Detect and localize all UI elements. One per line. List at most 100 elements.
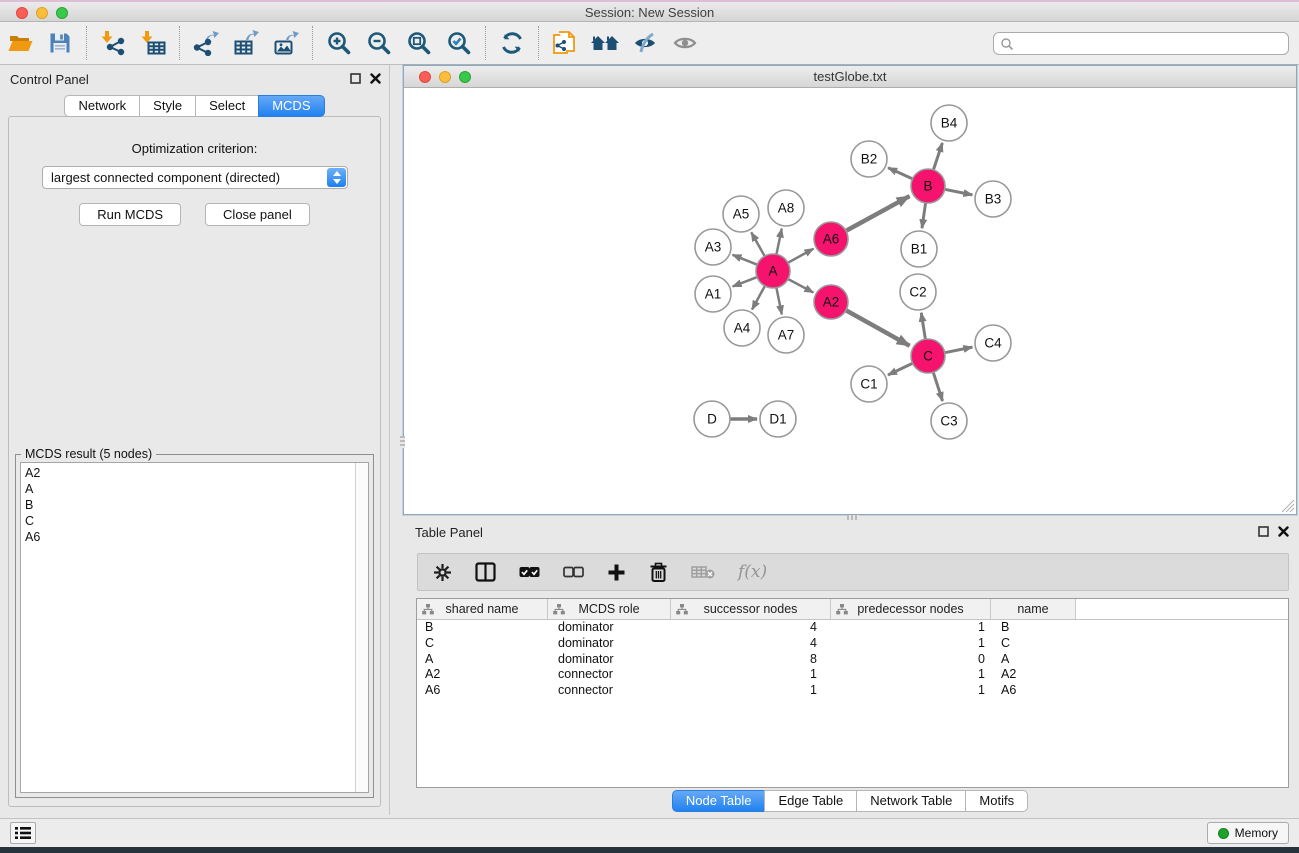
close-panel-icon[interactable] (1278, 526, 1289, 537)
graph-edge-A-A8[interactable] (776, 229, 781, 255)
table-cell[interactable]: A2 (417, 667, 548, 683)
tab-node-table[interactable]: Node Table (672, 790, 766, 812)
add-column-icon[interactable] (607, 563, 626, 582)
table-cell[interactable]: 1 (831, 636, 991, 652)
graph-node-A8[interactable]: A8 (768, 190, 804, 226)
save-session-button[interactable] (40, 25, 80, 61)
show-columns-icon[interactable] (475, 562, 496, 582)
network-window-titlebar[interactable]: testGlobe.txt (404, 66, 1296, 88)
graph-node-B2[interactable]: B2 (851, 141, 887, 177)
export-image-button[interactable] (266, 25, 306, 61)
hide-selected-button[interactable] (625, 25, 665, 61)
table-cell[interactable]: 1 (831, 620, 991, 636)
float-panel-icon[interactable] (1258, 526, 1269, 537)
search-input[interactable] (1014, 37, 1288, 51)
graph-edge-B-B2[interactable] (888, 168, 912, 179)
graph-node-A5[interactable]: A5 (723, 196, 759, 232)
node-table[interactable]: shared name MCDS role successor (416, 598, 1289, 788)
table-row[interactable]: Adominator80A (417, 652, 1288, 668)
graph-edge-C-C1[interactable] (888, 363, 913, 375)
mcds-result-item[interactable]: A2 (25, 465, 368, 481)
tab-edge-table[interactable]: Edge Table (764, 790, 857, 812)
import-network-button[interactable] (93, 25, 133, 61)
tab-network-table[interactable]: Network Table (856, 790, 966, 812)
mcds-result-list[interactable]: A2ABCA6 (20, 462, 369, 793)
network-canvas[interactable]: B4B2BB3A5A8A6B1A3AC2A1A2A4A7C4CC1DD1C3 (404, 88, 1296, 514)
graph-edge-B-B3[interactable] (945, 189, 973, 195)
graph-node-A2[interactable]: A2 (814, 285, 848, 319)
tab-select[interactable]: Select (195, 95, 259, 117)
table-cell[interactable]: A (417, 652, 548, 668)
open-session-button[interactable] (0, 25, 40, 61)
graph-node-C2[interactable]: C2 (900, 274, 936, 310)
close-panel-icon[interactable] (370, 73, 381, 84)
float-panel-icon[interactable] (350, 73, 361, 84)
table-settings-gear-icon[interactable] (433, 563, 452, 582)
tab-motifs[interactable]: Motifs (965, 790, 1028, 812)
column-header-name[interactable]: name (991, 599, 1076, 619)
graph-node-C3[interactable]: C3 (931, 403, 967, 439)
memory-button[interactable]: Memory (1207, 822, 1289, 844)
column-header-shared-name[interactable]: shared name (417, 599, 548, 619)
export-table-button[interactable] (226, 25, 266, 61)
zoom-out-button[interactable] (359, 25, 399, 61)
column-header-mcds-role[interactable]: MCDS role (548, 599, 671, 619)
tab-network[interactable]: Network (64, 95, 140, 117)
mcds-result-item[interactable]: C (25, 513, 368, 529)
graph-edge-C-C3[interactable] (933, 372, 942, 401)
table-cell[interactable]: dominator (548, 620, 671, 636)
table-cell[interactable]: dominator (548, 652, 671, 668)
column-header-successor-nodes[interactable]: successor nodes (671, 599, 831, 619)
table-cell[interactable]: 1 (831, 667, 991, 683)
graph-node-B4[interactable]: B4 (931, 105, 967, 141)
list-scrollbar[interactable] (355, 463, 368, 792)
graph-node-A6[interactable]: A6 (814, 222, 848, 256)
window-resize-grip[interactable] (1282, 500, 1295, 513)
table-cell[interactable]: 4 (671, 620, 831, 636)
delete-column-icon[interactable] (649, 562, 668, 582)
import-table-button[interactable] (133, 25, 173, 61)
zoom-in-button[interactable] (319, 25, 359, 61)
table-row[interactable]: Bdominator41B (417, 620, 1288, 636)
graph-edge-C-C2[interactable] (921, 313, 925, 339)
graph-node-A[interactable]: A (756, 254, 790, 288)
table-cell[interactable]: B (417, 620, 548, 636)
graph-node-A1[interactable]: A1 (695, 276, 731, 312)
graph-node-B1[interactable]: B1 (901, 231, 937, 267)
table-row[interactable]: A6connector11A6 (417, 683, 1288, 699)
close-panel-button[interactable]: Close panel (205, 203, 310, 226)
graph-edge-A-A3[interactable] (732, 255, 757, 265)
table-cell[interactable]: connector (548, 683, 671, 699)
table-cell[interactable]: 0 (831, 652, 991, 668)
graph-edge-A2-C[interactable] (846, 310, 910, 346)
table-cell[interactable]: A (991, 652, 1076, 668)
table-cell[interactable]: 1 (831, 683, 991, 699)
table-row[interactable]: Cdominator41C (417, 636, 1288, 652)
table-cell[interactable]: A2 (991, 667, 1076, 683)
table-cell[interactable]: A6 (991, 683, 1076, 699)
zoom-selected-button[interactable] (439, 25, 479, 61)
column-header-predecessor-nodes[interactable]: predecessor nodes (831, 599, 991, 619)
tab-style[interactable]: Style (139, 95, 196, 117)
graph-node-D1[interactable]: D1 (760, 401, 796, 437)
graph-edge-A-A7[interactable] (776, 288, 781, 315)
mcds-result-item[interactable]: A6 (25, 529, 368, 545)
panel-divider-handle[interactable] (400, 436, 405, 448)
table-cell[interactable]: connector (548, 667, 671, 683)
graph-edge-A-A4[interactable] (752, 286, 765, 310)
graph-node-C[interactable]: C (911, 339, 945, 373)
graph-node-C1[interactable]: C1 (851, 366, 887, 402)
table-cell[interactable]: 1 (671, 683, 831, 699)
graph-edge-A-A6[interactable] (788, 249, 814, 263)
select-all-icon[interactable] (519, 564, 540, 580)
graph-edge-A-A2[interactable] (788, 279, 813, 293)
table-cell[interactable]: 4 (671, 636, 831, 652)
export-network-button[interactable] (186, 25, 226, 61)
run-mcds-button[interactable]: Run MCDS (79, 203, 181, 226)
mcds-result-item[interactable]: A (25, 481, 368, 497)
refresh-button[interactable] (492, 25, 532, 61)
first-neighbors-button[interactable] (585, 25, 625, 61)
graph-edge-A6-B[interactable] (846, 196, 910, 231)
table-cell[interactable]: C (417, 636, 548, 652)
graph-node-A3[interactable]: A3 (695, 229, 731, 265)
